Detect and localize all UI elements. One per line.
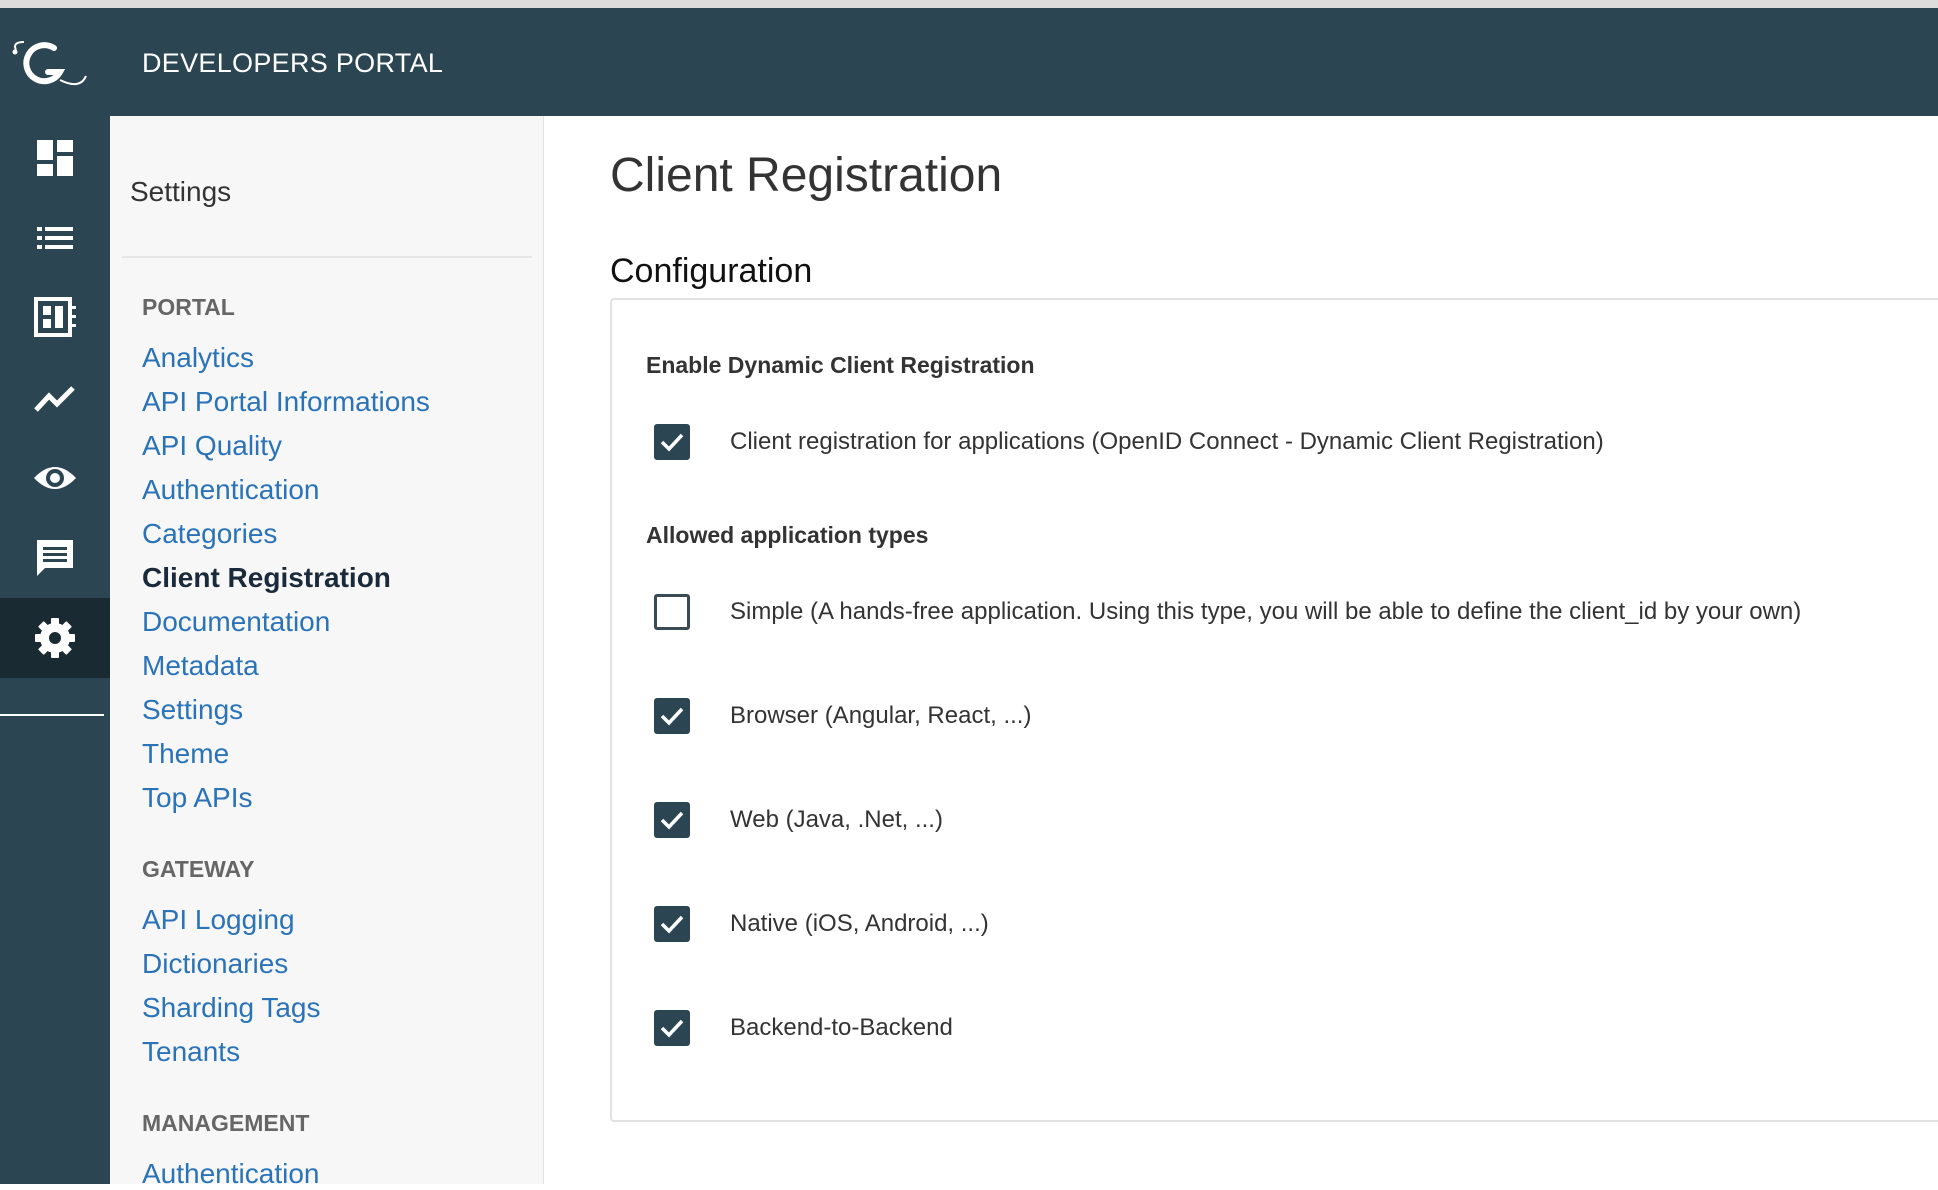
type-backend-checkbox[interactable] — [654, 1010, 690, 1046]
settings-sidebar: Settings PORTAL Analytics API Portal Inf… — [110, 116, 544, 1189]
enable-dcr-row[interactable]: Client registration for applications (Op… — [654, 422, 1604, 462]
nav-link-client-registration[interactable]: Client Registration — [142, 562, 391, 594]
nav-link-documentation[interactable]: Documentation — [142, 606, 330, 638]
app-title: DEVELOPERS PORTAL — [142, 48, 444, 78]
enable-dcr-label: Enable Dynamic Client Registration — [646, 352, 1035, 378]
page-title: Client Registration — [610, 149, 1003, 202]
enable-dcr-option-label: Client registration for applications (Op… — [730, 428, 1604, 455]
nav-link-authentication[interactable]: Authentication — [142, 474, 319, 506]
nav-link-dictionaries[interactable]: Dictionaries — [142, 948, 288, 980]
nav-link-categories[interactable]: Categories — [142, 518, 277, 550]
group-title-portal: PORTAL — [142, 294, 235, 320]
type-native-checkbox[interactable] — [654, 906, 690, 942]
apis-icon[interactable] — [0, 278, 110, 358]
type-row-backend[interactable]: Backend-to-Backend — [654, 1008, 953, 1048]
divider — [122, 256, 532, 258]
nav-link-api-portal-informations[interactable]: API Portal Informations — [142, 386, 430, 418]
type-browser-checkbox[interactable] — [654, 698, 690, 734]
enable-dcr-checkbox[interactable] — [654, 424, 690, 460]
allowed-types-label: Allowed application types — [646, 522, 929, 548]
section-title: Configuration — [610, 252, 813, 290]
type-row-web[interactable]: Web (Java, .Net, ...) — [654, 800, 943, 840]
type-row-browser[interactable]: Browser (Angular, React, ...) — [654, 696, 1031, 736]
type-simple-checkbox[interactable] — [654, 594, 690, 630]
nav-link-settings[interactable]: Settings — [142, 694, 243, 726]
nav-link-management-authentication[interactable]: Authentication — [142, 1158, 319, 1190]
messages-icon[interactable] — [0, 518, 110, 598]
gravitee-logo[interactable] — [10, 36, 90, 96]
nav-link-tenants[interactable]: Tenants — [142, 1036, 240, 1068]
nav-link-theme[interactable]: Theme — [142, 738, 229, 770]
type-row-simple[interactable]: Simple (A hands-free application. Using … — [654, 592, 1801, 632]
app-header: DEVELOPERS PORTAL — [0, 8, 1938, 116]
type-web-checkbox[interactable] — [654, 802, 690, 838]
nav-link-analytics[interactable]: Analytics — [142, 342, 254, 374]
icon-sidebar — [0, 116, 110, 1184]
top-strip — [0, 0, 1938, 8]
gear-icon[interactable] — [0, 598, 110, 678]
type-native-label: Native (iOS, Android, ...) — [730, 910, 989, 937]
dashboard-icon[interactable] — [0, 118, 110, 198]
nav-link-sharding-tags[interactable]: Sharding Tags — [142, 992, 321, 1024]
configuration-panel: Enable Dynamic Client Registration Clien… — [610, 298, 1938, 1122]
type-simple-label: Simple (A hands-free application. Using … — [730, 598, 1802, 625]
analytics-icon[interactable] — [0, 358, 110, 438]
type-backend-label: Backend-to-Backend — [730, 1014, 953, 1041]
type-web-label: Web (Java, .Net, ...) — [730, 806, 943, 833]
settings-title: Settings — [130, 176, 232, 207]
type-row-native[interactable]: Native (iOS, Android, ...) — [654, 904, 989, 944]
nav-link-top-apis[interactable]: Top APIs — [142, 782, 253, 814]
nav-link-api-logging[interactable]: API Logging — [142, 904, 295, 936]
nav-link-api-quality[interactable]: API Quality — [142, 430, 282, 462]
list-icon[interactable] — [0, 198, 110, 278]
type-browser-label: Browser (Angular, React, ...) — [730, 702, 1032, 729]
group-title-management: MANAGEMENT — [142, 1110, 310, 1136]
group-title-gateway: GATEWAY — [142, 856, 255, 882]
eye-icon[interactable] — [0, 438, 110, 518]
nav-link-metadata[interactable]: Metadata — [142, 650, 259, 682]
sidebar-separator — [0, 714, 104, 716]
